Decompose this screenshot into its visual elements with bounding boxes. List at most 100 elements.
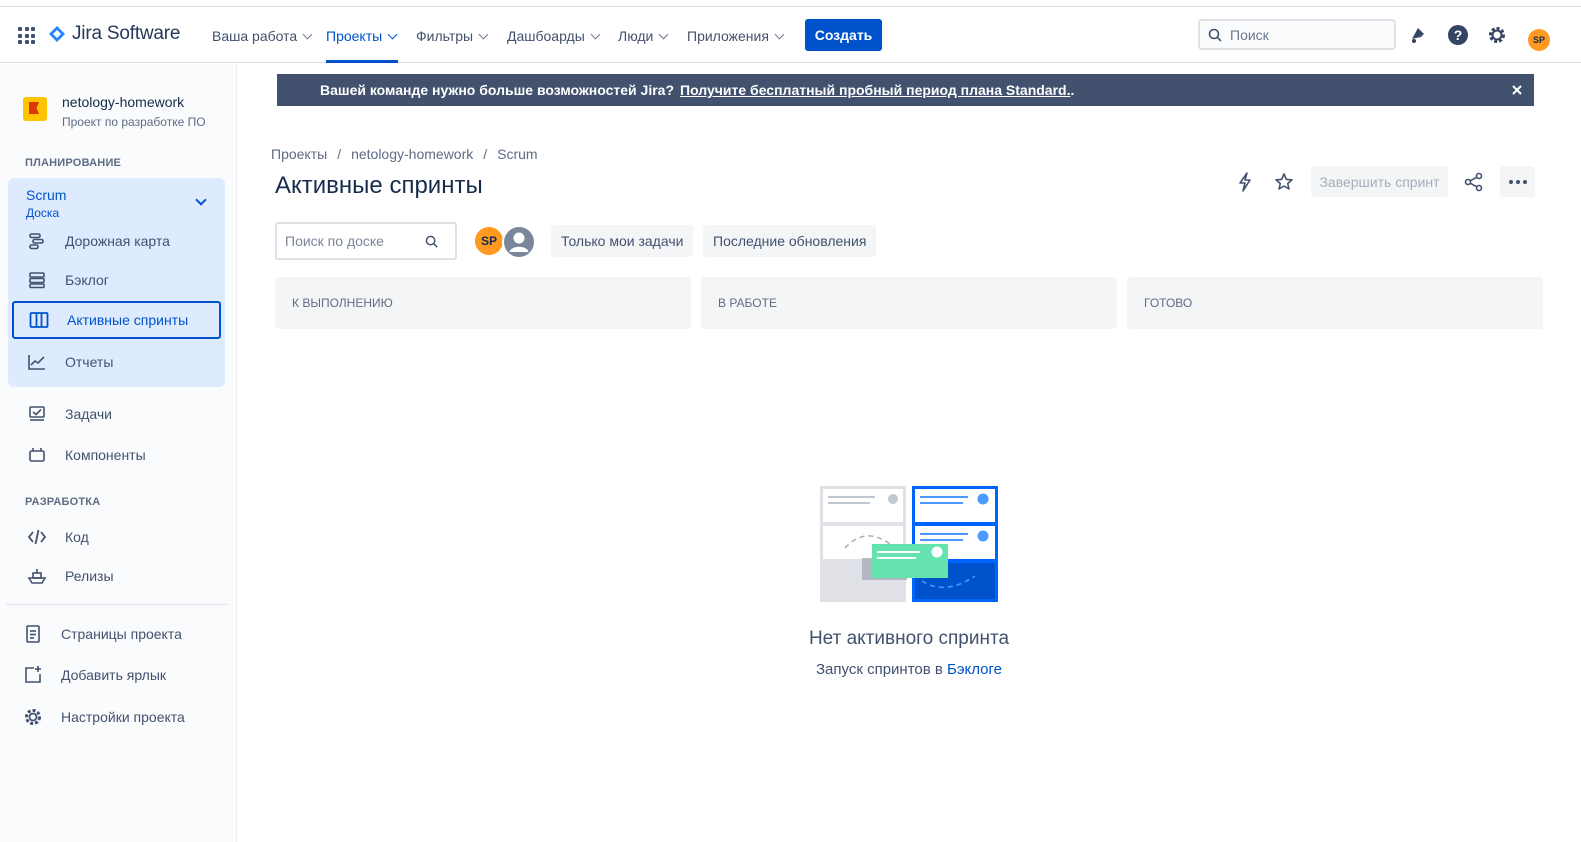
project-sidebar: netology-homework Проект по разработке П… — [0, 64, 237, 842]
banner-trial-link[interactable]: Получите бесплатный пробный период плана… — [680, 82, 1070, 98]
more-dot — [1515, 179, 1520, 184]
development-section-title: РАЗРАБОТКА — [25, 496, 101, 508]
assignee-avatar-sp[interactable]: SP — [473, 225, 505, 257]
column-title: ГОТОВО — [1144, 296, 1193, 310]
sidebar-item-project-settings[interactable]: Настройки проекта — [8, 698, 217, 736]
banner-suffix: . — [1070, 82, 1075, 98]
menu-apps[interactable]: Приложения — [687, 27, 785, 45]
menu-label: Дашбоарды — [507, 28, 585, 44]
filter-only-my-issues[interactable]: Только мои задачи — [551, 225, 694, 257]
sidebar-divider — [6, 604, 227, 605]
backlog-link[interactable]: Бэклоге — [947, 661, 1002, 678]
project-name[interactable]: netology-homework — [62, 94, 184, 110]
project-type: Проект по разработке ПО — [62, 115, 206, 129]
ship-icon — [25, 564, 49, 588]
components-icon — [25, 443, 49, 467]
sidebar-item-label: Задачи — [65, 406, 113, 422]
star-icon[interactable] — [1272, 170, 1296, 194]
breadcrumb-separator: / — [483, 146, 488, 162]
chevron-down-icon — [478, 29, 489, 39]
chevron-down-icon — [387, 29, 398, 39]
sidebar-item-label: Релизы — [65, 568, 114, 584]
svg-text:?: ? — [1454, 27, 1463, 43]
chevron-down-icon — [590, 29, 601, 39]
global-search[interactable] — [1198, 19, 1396, 50]
menu-label: Приложения — [687, 28, 769, 44]
sidebar-item-reports[interactable]: Отчеты — [12, 343, 221, 381]
board-type: Доска — [26, 206, 60, 220]
more-actions-button[interactable] — [1500, 166, 1535, 197]
issues-icon — [25, 402, 49, 426]
breadcrumb-project[interactable]: netology-homework — [351, 146, 473, 162]
sidebar-item-label: Активные спринты — [67, 312, 189, 328]
menu-people[interactable]: Люди — [618, 27, 669, 45]
top-navigation: Jira Software Ваша работа Проекты Фильтр… — [0, 6, 1581, 63]
page-title: Активные спринты — [275, 172, 483, 199]
breadcrumb-separator: / — [337, 146, 342, 162]
empty-sprint-illustration — [820, 486, 998, 602]
sidebar-item-label: Бэклог — [65, 272, 109, 288]
backlog-icon — [25, 268, 49, 292]
roadmap-icon — [25, 229, 49, 253]
column-header-todo: К ВЫПОЛНЕНИЮ — [275, 277, 691, 329]
empty-state-text: Запуск спринтов в — [815, 661, 948, 678]
user-avatar[interactable]: SP — [1528, 29, 1550, 51]
search-icon — [1208, 28, 1222, 42]
more-dot — [1508, 179, 1513, 184]
menu-label: Фильтры — [416, 28, 474, 44]
notifications-icon[interactable] — [1407, 24, 1429, 46]
filter-recently-updated[interactable]: Последние обновления — [703, 225, 877, 257]
automation-lightning-icon[interactable] — [1233, 170, 1257, 194]
menu-dashboards[interactable]: Дашбоарды — [507, 27, 601, 45]
menu-label: Люди — [618, 28, 654, 44]
settings-gear-icon[interactable] — [1486, 24, 1508, 46]
board-name[interactable]: Scrum — [26, 187, 66, 203]
empty-state-title: Нет активного спринта — [808, 628, 1010, 649]
create-button[interactable]: Создать — [805, 19, 882, 51]
more-dot — [1522, 179, 1527, 184]
sidebar-item-label: Дорожная карта — [65, 233, 170, 249]
user-icon — [504, 227, 534, 257]
sidebar-item-code[interactable]: Код — [12, 518, 221, 556]
chevron-down-icon — [302, 29, 313, 39]
breadcrumb-board[interactable]: Scrum — [497, 146, 537, 162]
jira-logo[interactable]: Jira Software — [48, 23, 180, 45]
board-search[interactable] — [275, 222, 457, 260]
sidebar-item-releases[interactable]: Релизы — [12, 557, 221, 595]
breadcrumb-projects[interactable]: Проекты — [271, 146, 327, 162]
search-icon — [425, 235, 438, 248]
column-header-in-progress: В РАБОТЕ — [701, 277, 1117, 329]
banner-text: Вашей команде нужно больше возможностей … — [320, 82, 675, 98]
help-icon[interactable]: ? — [1447, 24, 1469, 46]
share-icon[interactable] — [1462, 170, 1486, 194]
column-title: В РАБОТЕ — [718, 296, 777, 310]
sidebar-item-backlog[interactable]: Бэклог — [12, 261, 221, 299]
brand-name: Jira Software — [72, 23, 181, 44]
project-avatar — [23, 97, 47, 121]
board-search-input[interactable] — [285, 233, 425, 249]
column-title: К ВЫПОЛНЕНИЮ — [292, 296, 393, 310]
complete-sprint-button[interactable]: Завершить спринт — [1311, 166, 1448, 197]
app-switcher-icon[interactable] — [18, 27, 35, 44]
sidebar-item-issues[interactable]: Задачи — [12, 395, 221, 433]
close-icon[interactable] — [1510, 83, 1524, 97]
menu-filters[interactable]: Фильтры — [416, 27, 489, 45]
menu-label: Ваша работа — [212, 28, 298, 44]
chevron-down-icon — [658, 29, 669, 39]
sidebar-item-label: Отчеты — [65, 354, 114, 370]
sidebar-item-label: Код — [65, 529, 89, 545]
chevron-down-icon[interactable] — [195, 194, 207, 206]
sidebar-item-label: Настройки проекта — [61, 709, 185, 725]
sidebar-item-active-sprints[interactable]: Активные спринты — [12, 301, 221, 339]
search-input[interactable] — [1230, 26, 1380, 43]
chevron-down-icon — [774, 29, 785, 39]
active-menu-indicator — [326, 60, 398, 63]
menu-projects[interactable]: Проекты — [326, 27, 398, 45]
menu-your-work[interactable]: Ваша работа — [212, 27, 313, 45]
sidebar-item-roadmap[interactable]: Дорожная карта — [12, 222, 221, 260]
empty-state-subtitle: Запуск спринтов в Бэклоге — [0, 661, 1581, 678]
unassigned-avatar[interactable] — [502, 225, 536, 259]
column-header-done: ГОТОВО — [1127, 277, 1543, 329]
upgrade-banner: Вашей команде нужно больше возможностей … — [277, 74, 1534, 106]
sidebar-item-components[interactable]: Компоненты — [12, 436, 221, 474]
